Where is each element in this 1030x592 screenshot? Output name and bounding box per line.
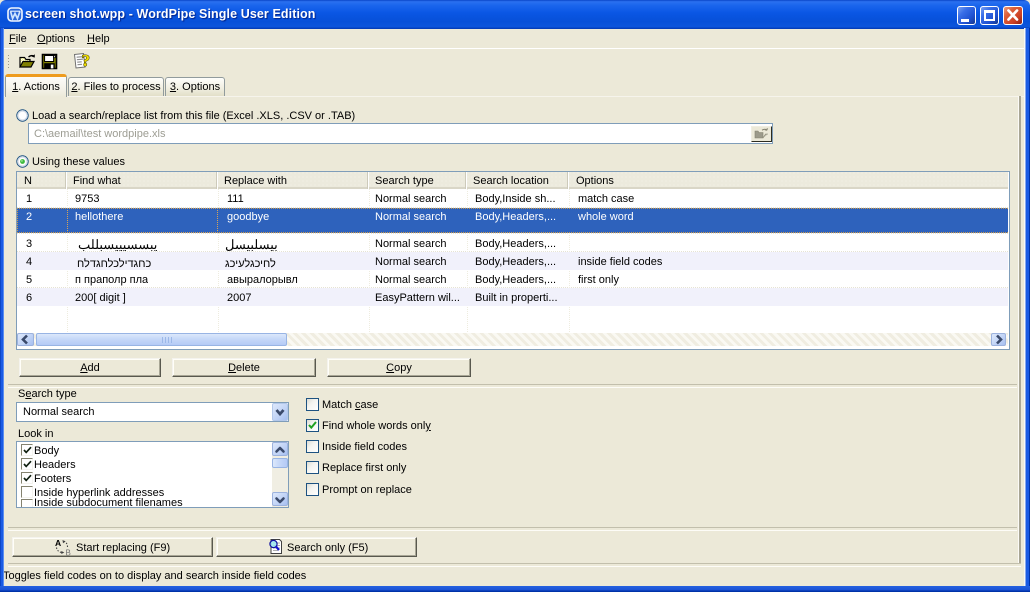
svg-text:?: ?: [82, 51, 91, 70]
svg-text:A: A: [55, 538, 61, 548]
svg-text:B: B: [66, 549, 71, 557]
